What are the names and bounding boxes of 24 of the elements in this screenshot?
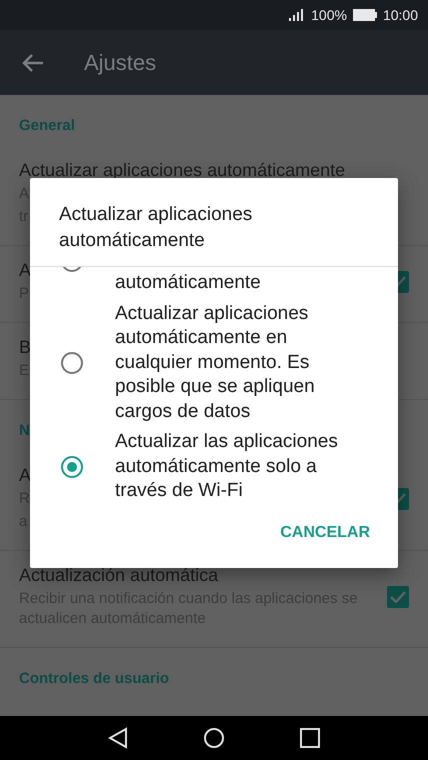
option-label[interactable]: automáticamente [115, 271, 365, 296]
back-arrow-icon[interactable] [22, 54, 44, 72]
setting-title: Actualizar aplicaciones automáticamente [19, 160, 346, 181]
home-icon[interactable] [202, 727, 225, 749]
screen-title: Ajustes [84, 50, 156, 76]
section-header: N [19, 422, 30, 439]
clock: 10:00 [382, 7, 418, 23]
section-header: General [19, 117, 75, 134]
option-label[interactable]: Actualizar las aplicaciones automáticamente solo a través de Wi-Fi [115, 430, 365, 504]
setting-title: A [19, 260, 32, 281]
checkbox[interactable] [387, 586, 409, 608]
dialog-title: Actualizar aplicaciones automáticamente [58, 203, 254, 253]
section-header: Controles de usuario [19, 670, 170, 687]
setting-title: A [19, 465, 32, 486]
setting-title: B [19, 337, 32, 358]
radio-button[interactable] [61, 352, 83, 374]
radio-button[interactable] [61, 456, 83, 478]
battery-percent: 100% [311, 7, 347, 23]
setting-title: Actualización automática [19, 565, 218, 586]
back-icon[interactable] [108, 727, 128, 749]
recents-icon[interactable] [300, 728, 320, 748]
signal-icon [289, 9, 306, 21]
battery-icon [352, 9, 377, 21]
option-label[interactable]: Actualizar aplicaciones automáticamente en cualquier momento. Es posible que se apliquen cargos de datos [115, 302, 365, 424]
